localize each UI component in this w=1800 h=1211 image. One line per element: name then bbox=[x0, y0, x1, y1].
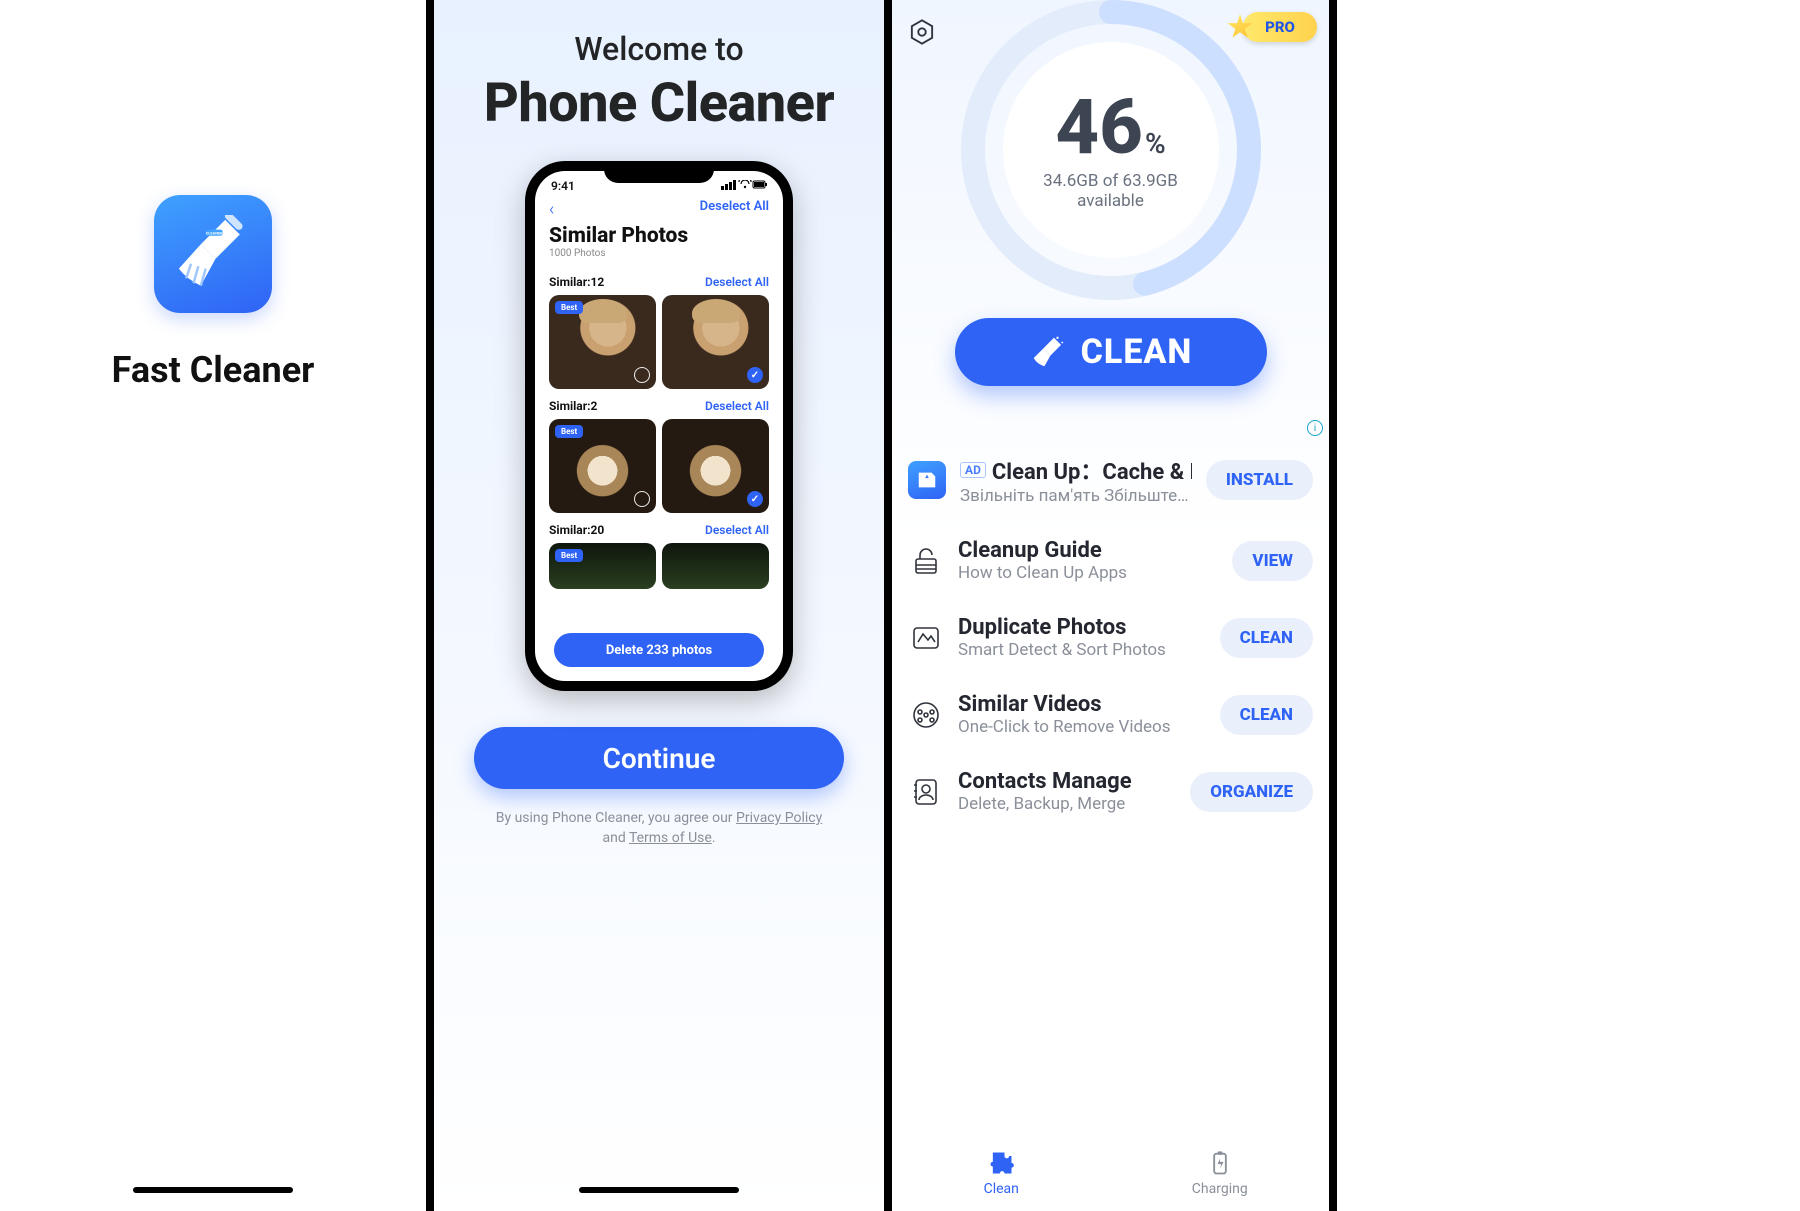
mock-subtitle: 1000 Photos bbox=[535, 248, 783, 265]
list-item[interactable]: Similar Videos One-Click to Remove Video… bbox=[904, 676, 1317, 753]
battery-icon bbox=[1206, 1149, 1234, 1177]
clean-action-button[interactable]: CLEAN bbox=[1220, 618, 1313, 658]
contacts-icon bbox=[908, 774, 944, 810]
broom-icon bbox=[1029, 333, 1067, 371]
guide-icon bbox=[908, 543, 944, 579]
item-subtitle: How to Clean Up Apps bbox=[958, 563, 1218, 583]
list-item[interactable]: Contacts Manage Delete, Backup, Merge OR… bbox=[904, 753, 1317, 830]
gear-icon bbox=[908, 18, 936, 46]
puzzle-icon bbox=[987, 1149, 1015, 1177]
item-title: Contacts Manage bbox=[958, 769, 1176, 794]
best-badge: Best bbox=[555, 425, 583, 438]
photo-thumb[interactable] bbox=[662, 295, 769, 389]
best-badge: Best bbox=[555, 301, 583, 314]
deselect-all[interactable]: Deselect All bbox=[705, 399, 769, 413]
clean-button[interactable]: CLEAN bbox=[955, 318, 1267, 386]
item-title: Duplicate Photos bbox=[958, 615, 1206, 640]
welcome-panel: Welcome to Phone Cleaner 9:41 bbox=[434, 0, 892, 1211]
list-item[interactable]: Cleanup Guide How to Clean Up Apps VIEW bbox=[904, 522, 1317, 599]
app-icon: CLEANER bbox=[154, 195, 272, 313]
item-subtitle: Delete, Backup, Merge bbox=[958, 794, 1176, 814]
ad-info-icon[interactable]: i bbox=[1307, 420, 1323, 436]
select-tick-icon[interactable] bbox=[747, 491, 763, 507]
home-indicator[interactable] bbox=[133, 1187, 293, 1193]
photo-thumb[interactable] bbox=[662, 543, 769, 589]
home-indicator[interactable] bbox=[579, 1187, 739, 1193]
ad-subtitle: Звільніть пам'ять Збільште о… bbox=[960, 486, 1192, 506]
photos-icon bbox=[908, 620, 944, 656]
broom-icon: CLEANER bbox=[174, 215, 252, 293]
deselect-all-top[interactable]: Deselect All bbox=[700, 199, 769, 220]
deselect-all[interactable]: Deselect All bbox=[705, 275, 769, 289]
item-subtitle: Smart Detect & Sort Photos bbox=[958, 640, 1206, 660]
ad-app-icon bbox=[908, 461, 946, 499]
photo-thumb[interactable] bbox=[662, 419, 769, 513]
tab-clean[interactable]: Clean bbox=[892, 1135, 1111, 1211]
photo-thumb[interactable]: Best bbox=[549, 295, 656, 389]
delete-photos-button[interactable]: Delete 233 photos bbox=[554, 633, 764, 667]
ad-title: AD Clean Up：Cache & D… bbox=[960, 454, 1192, 486]
status-time: 9:41 bbox=[551, 179, 575, 193]
splash-panel: CLEANER Fast Cleaner bbox=[0, 0, 434, 1211]
storage-gauge: 46% 34.6GB of 63.9GB available bbox=[961, 0, 1261, 300]
videos-icon bbox=[908, 697, 944, 733]
deselect-all[interactable]: Deselect All bbox=[705, 523, 769, 537]
group-name: Similar:12 bbox=[549, 275, 604, 289]
terms-link[interactable]: Terms of Use bbox=[629, 830, 712, 846]
organize-button[interactable]: ORGANIZE bbox=[1190, 772, 1313, 812]
list-item[interactable]: Duplicate Photos Smart Detect & Sort Pho… bbox=[904, 599, 1317, 676]
tab-bar: Clean Charging bbox=[892, 1135, 1329, 1211]
item-title: Cleanup Guide bbox=[958, 538, 1218, 563]
storage-text: 34.6GB of 63.9GB available bbox=[1043, 171, 1178, 211]
photo-thumb[interactable]: Best bbox=[549, 543, 656, 589]
group-name: Similar:2 bbox=[549, 399, 597, 413]
app-title: Fast Cleaner bbox=[112, 349, 315, 391]
item-subtitle: One-Click to Remove Videos bbox=[958, 717, 1206, 737]
feature-list: AD Clean Up：Cache & D… Звільніть пам'ять… bbox=[892, 438, 1329, 830]
mock-title: Similar Photos bbox=[535, 220, 783, 248]
ad-install-button[interactable]: INSTALL bbox=[1206, 460, 1313, 500]
phone-notch bbox=[604, 161, 714, 183]
terms-text: By using Phone Cleaner, you agree our Pr… bbox=[434, 809, 884, 848]
ad-row[interactable]: AD Clean Up：Cache & D… Звільніть пам'ять… bbox=[904, 438, 1317, 522]
welcome-title: Phone Cleaner bbox=[434, 72, 884, 135]
tab-charging[interactable]: Charging bbox=[1111, 1135, 1330, 1211]
main-panel: PRO 46% 34.6GB of 63.9GB available bbox=[892, 0, 1337, 1211]
select-dot[interactable] bbox=[634, 491, 650, 507]
group-name: Similar:20 bbox=[549, 523, 604, 537]
svg-text:CLEANER: CLEANER bbox=[206, 231, 223, 236]
select-tick-icon[interactable] bbox=[747, 367, 763, 383]
clean-action-button[interactable]: CLEAN bbox=[1220, 695, 1313, 735]
select-dot[interactable] bbox=[634, 367, 650, 383]
back-chevron-icon[interactable]: ‹ bbox=[549, 199, 554, 220]
storage-percent: 46% bbox=[1055, 89, 1165, 165]
privacy-link[interactable]: Privacy Policy bbox=[736, 810, 822, 826]
settings-button[interactable] bbox=[906, 16, 938, 48]
continue-button[interactable]: Continue bbox=[474, 727, 844, 789]
item-title: Similar Videos bbox=[958, 692, 1206, 717]
blank-panel bbox=[1337, 0, 1782, 1211]
photo-thumb[interactable]: Best bbox=[549, 419, 656, 513]
welcome-pretitle: Welcome to bbox=[434, 30, 884, 68]
status-icons bbox=[721, 179, 767, 193]
view-button[interactable]: VIEW bbox=[1232, 541, 1313, 581]
best-badge: Best bbox=[555, 549, 583, 562]
phone-mockup: 9:41 bbox=[525, 161, 793, 691]
phone-screen: 9:41 bbox=[535, 171, 783, 681]
